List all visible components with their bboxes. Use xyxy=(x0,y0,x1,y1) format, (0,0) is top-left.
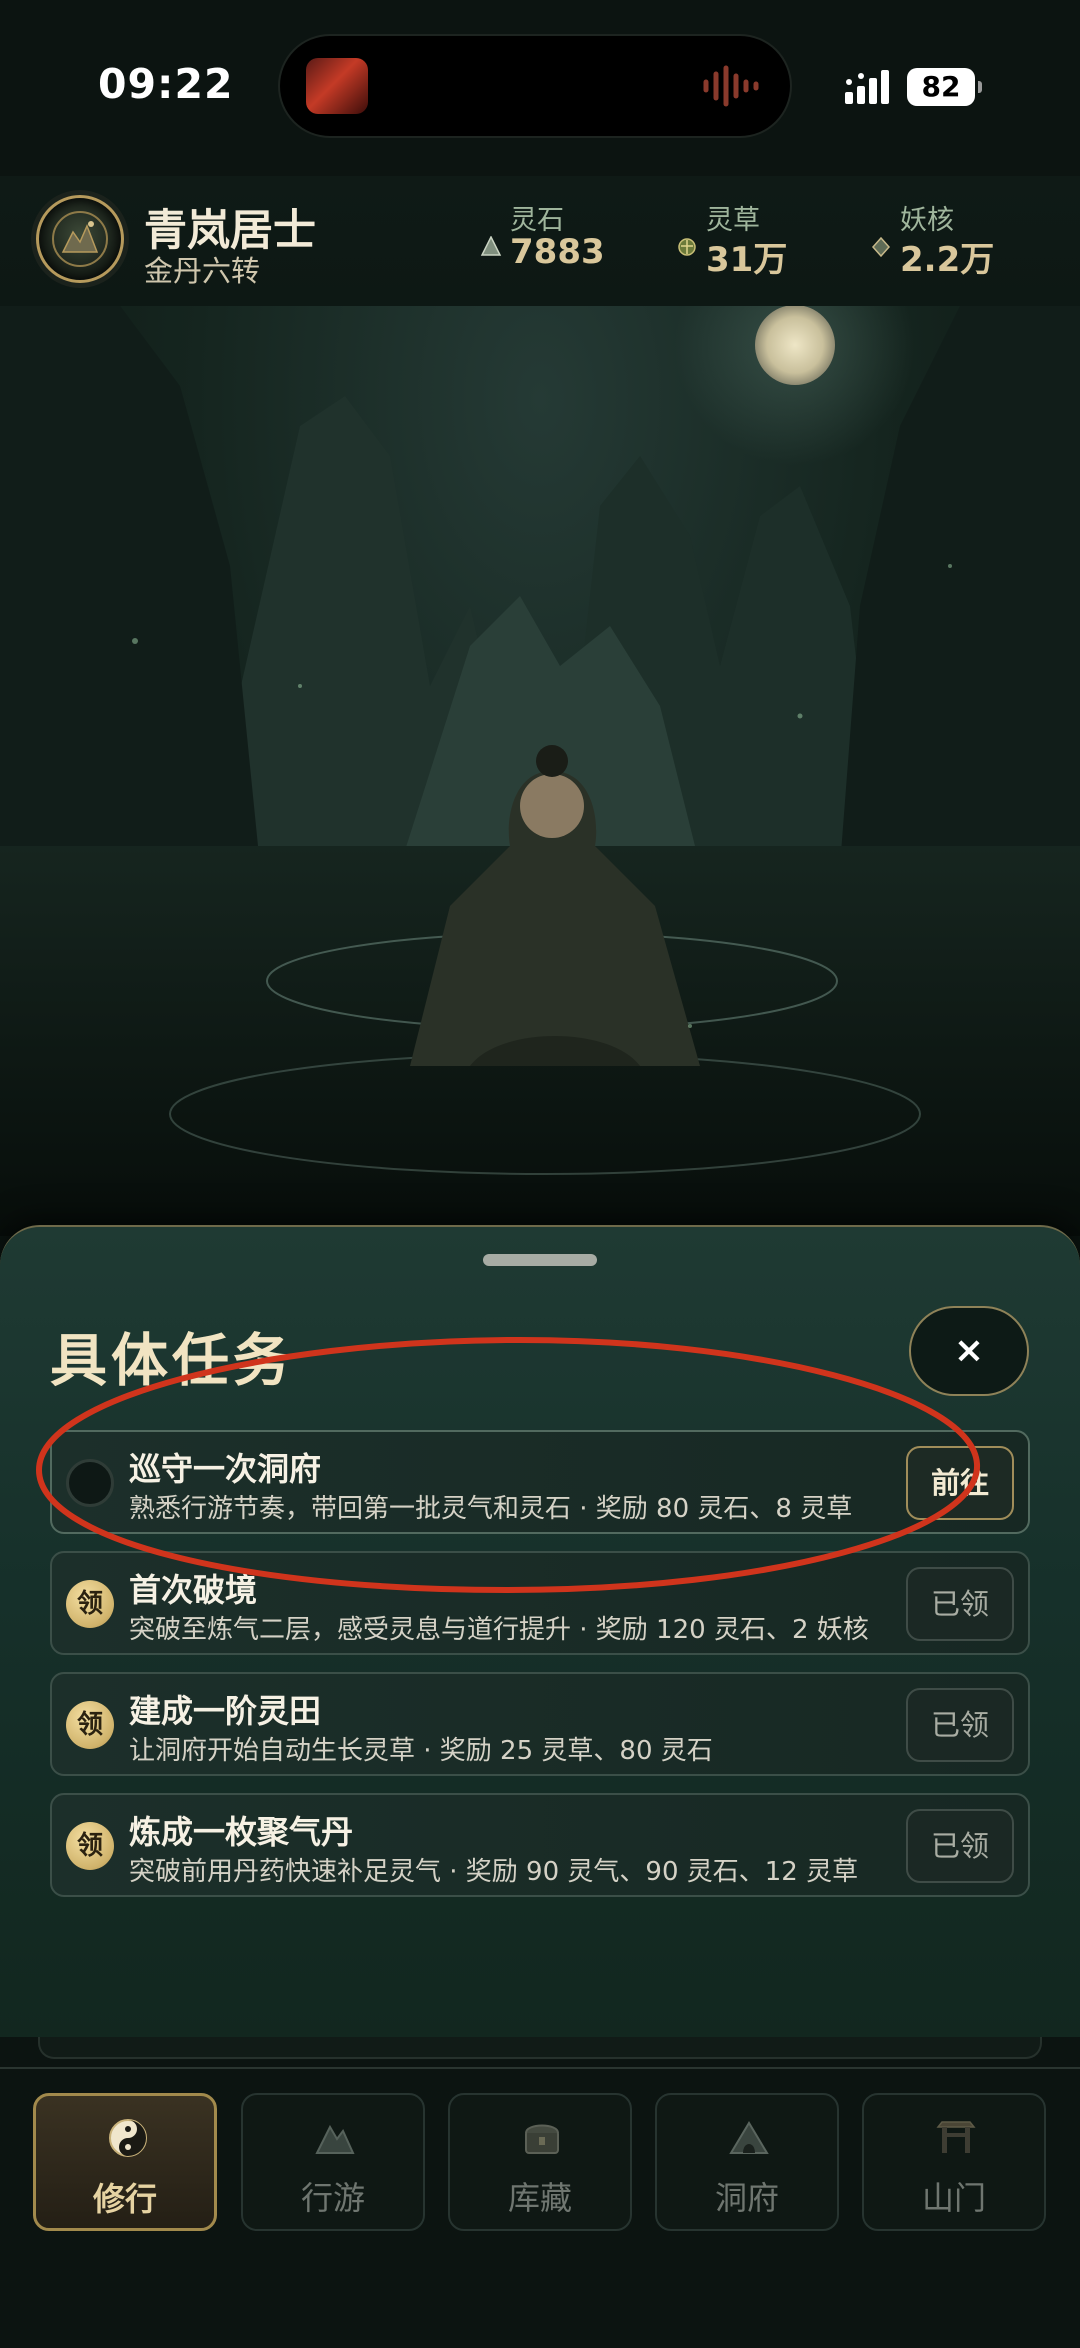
moon xyxy=(755,306,835,385)
nav-edge xyxy=(38,2037,1042,2059)
mountain-icon xyxy=(315,2124,355,2154)
task-status-circle xyxy=(66,1459,114,1507)
task-title: 炼成一枚聚气丹 xyxy=(129,1813,354,1851)
spirit-herb-icon xyxy=(678,238,696,256)
player-rank: 金丹六转 xyxy=(144,254,261,288)
claimed-badge: 领 xyxy=(66,1580,114,1628)
task-row[interactable]: 巡守一次洞府 熟悉行游节奏，带回第一批灵气和灵石 · 奖励 80 灵石、8 灵草… xyxy=(50,1430,1030,1534)
spirit-stone-icon xyxy=(480,236,502,256)
tab-label: 洞府 xyxy=(714,2179,779,2217)
go-button[interactable]: 前往 xyxy=(906,1446,1014,1520)
status-bar: 09:22 82 xyxy=(0,0,1080,176)
sect-gate-icon xyxy=(936,2121,976,2153)
claimed-button[interactable]: 已领 xyxy=(906,1809,1014,1883)
resource-value: 7883 xyxy=(510,232,605,272)
tab-label: 库藏 xyxy=(507,2179,572,2217)
scene-illustration xyxy=(0,306,1080,1236)
audio-waveform-icon xyxy=(703,65,759,107)
close-button[interactable]: × xyxy=(909,1306,1029,1396)
avatar[interactable] xyxy=(36,195,124,283)
tab-sect[interactable]: 山门 xyxy=(862,2093,1046,2231)
cave-dwelling-icon xyxy=(729,2121,769,2154)
meditation-scene xyxy=(0,306,1080,1236)
sect-emblem-icon xyxy=(52,211,108,267)
tab-travel[interactable]: 行游 xyxy=(241,2093,425,2231)
yin-yang-icon xyxy=(109,2119,147,2157)
tab-label: 修行 xyxy=(92,2180,157,2218)
status-time: 09:22 xyxy=(98,60,234,108)
tab-cave[interactable]: 洞府 xyxy=(655,2093,839,2231)
treasure-chest-icon xyxy=(525,2124,559,2154)
tab-label: 山门 xyxy=(921,2179,986,2217)
claimed-badge: 领 xyxy=(66,1822,114,1870)
task-description: 让洞府开始自动生长灵草 · 奖励 25 灵草、80 灵石 xyxy=(129,1736,713,1766)
task-description: 突破至炼气二层，感受灵息与道行提升 · 奖励 120 灵石、2 妖核 xyxy=(129,1615,869,1645)
tab-label: 行游 xyxy=(300,2179,365,2217)
resource-value: 2.2万 xyxy=(900,240,995,280)
sheet-drag-handle[interactable] xyxy=(483,1254,597,1266)
claimed-badge: 领 xyxy=(66,1701,114,1749)
dynamic-island[interactable] xyxy=(280,36,790,136)
demon-core-icon xyxy=(871,236,891,258)
now-playing-thumbnail xyxy=(306,58,368,114)
task-description: 突破前用丹药快速补足灵气 · 奖励 90 灵气、90 灵石、12 灵草 xyxy=(129,1857,859,1887)
battery-indicator: 82 xyxy=(907,68,982,106)
tab-cultivate[interactable]: 修行 xyxy=(33,2093,217,2231)
claimed-button[interactable]: 已领 xyxy=(906,1567,1014,1641)
task-description: 熟悉行游节奏，带回第一批灵气和灵石 · 奖励 80 灵石、8 灵草 xyxy=(129,1494,853,1524)
claimed-button[interactable]: 已领 xyxy=(906,1688,1014,1762)
sheet-title: 具体任务 xyxy=(50,1328,294,1394)
task-row[interactable]: 领 建成一阶灵田 让洞府开始自动生长灵草 · 奖励 25 灵草、80 灵石 已领 xyxy=(50,1672,1030,1776)
resource-value: 31万 xyxy=(706,240,788,280)
player-header: 青岚居士 金丹六转 灵石 7883 灵草 31万 妖核 2.2万 xyxy=(0,176,1080,306)
task-title: 建成一阶灵田 xyxy=(129,1692,322,1730)
task-row[interactable]: 领 炼成一枚聚气丹 突破前用丹药快速补足灵气 · 奖励 90 灵气、90 灵石、… xyxy=(50,1793,1030,1897)
task-title: 巡守一次洞府 xyxy=(129,1450,322,1488)
cellular-signal-icon xyxy=(845,70,889,104)
tab-storage[interactable]: 库藏 xyxy=(448,2093,632,2231)
task-title: 首次破境 xyxy=(129,1571,258,1609)
divider xyxy=(0,2067,1080,2069)
task-row[interactable]: 领 首次破境 突破至炼气二层，感受灵息与道行提升 · 奖励 120 灵石、2 妖… xyxy=(50,1551,1030,1655)
